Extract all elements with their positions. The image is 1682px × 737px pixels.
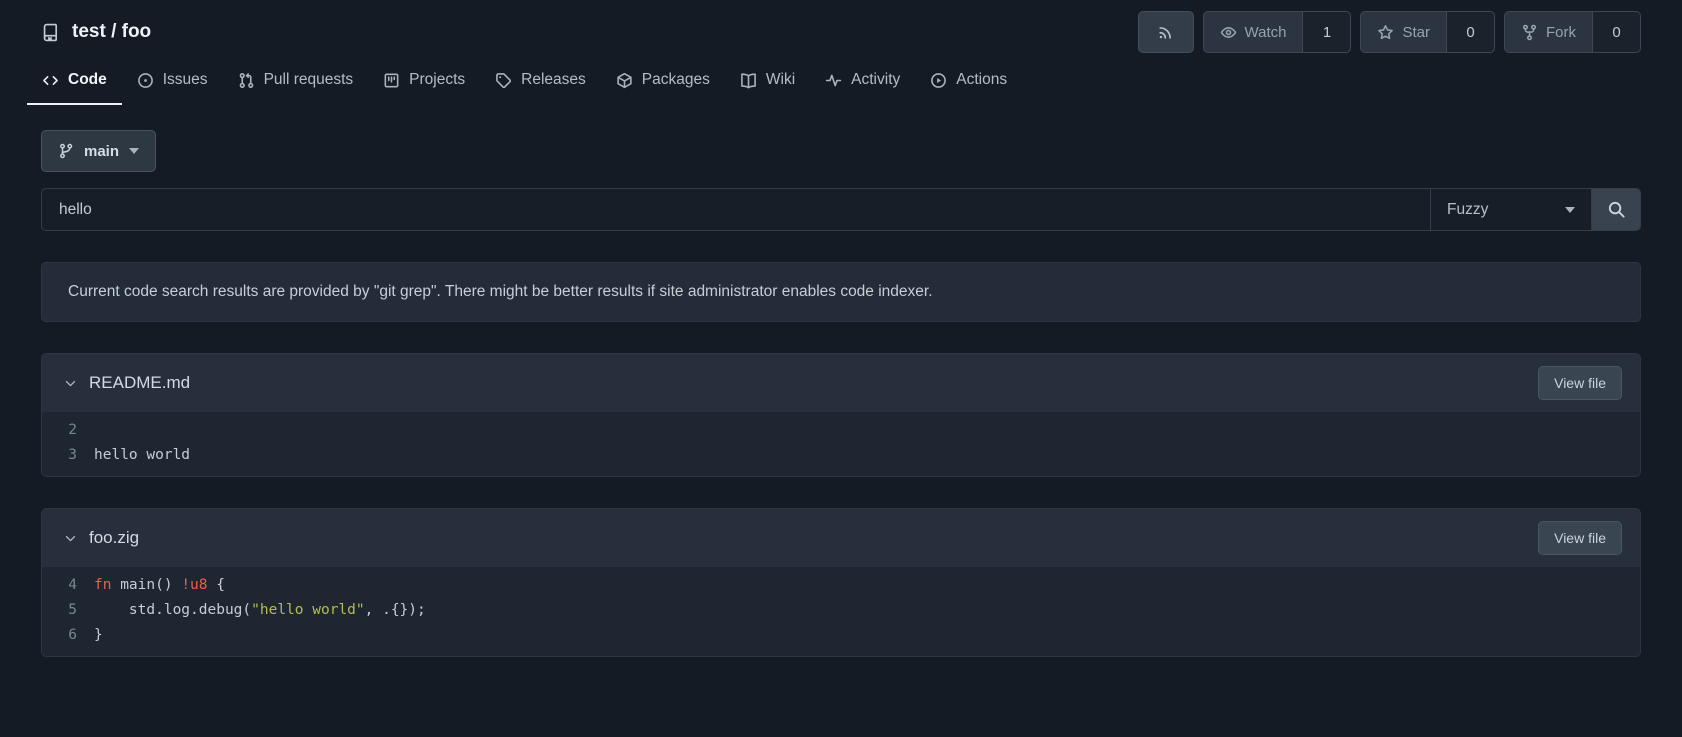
search-notice: Current code search results are provided… — [41, 262, 1641, 322]
line-number[interactable]: 6 — [42, 623, 94, 648]
tab-label: Code — [68, 71, 107, 88]
play-circle-icon — [930, 72, 947, 89]
star-count[interactable]: 0 — [1446, 12, 1494, 52]
rss-icon — [1157, 24, 1174, 41]
chevron-down-icon[interactable] — [63, 376, 78, 391]
code-line: 6} — [42, 623, 1640, 648]
tab-label: Releases — [521, 71, 586, 88]
branch-selector[interactable]: main — [41, 130, 157, 172]
tag-icon — [495, 72, 512, 89]
line-text: hello world — [94, 447, 191, 463]
star-icon — [1377, 24, 1394, 41]
tab-code[interactable]: Code — [27, 58, 122, 105]
tab-releases[interactable]: Releases — [480, 58, 601, 105]
tab-pull-requests[interactable]: Pull requests — [223, 58, 369, 105]
line-number[interactable]: 5 — [42, 598, 94, 623]
book-icon — [740, 72, 757, 89]
code-snippet: 2 3 hello world — [42, 412, 1640, 476]
star-label[interactable]: Star — [1361, 12, 1446, 52]
search-input[interactable] — [42, 189, 1430, 230]
repo-code-search-page: test / foo Watch 1 Star 0 Fork 0 Code Is… — [0, 0, 1682, 737]
code-search-bar: Fuzzy — [41, 188, 1641, 231]
watch-button: Watch 1 — [1202, 11, 1352, 53]
fork-count[interactable]: 0 — [1592, 12, 1640, 52]
code-line: 3 hello world — [42, 443, 1640, 468]
tab-label: Issues — [162, 71, 208, 88]
code-icon — [42, 72, 59, 89]
result-card: README.md View file 2 3 hello world — [41, 353, 1641, 477]
tab-label: Projects — [409, 71, 466, 88]
git-branch-icon — [58, 143, 74, 159]
code-line: 2 — [42, 418, 1640, 443]
tab-issues[interactable]: Issues — [122, 58, 223, 105]
tab-label: Pull requests — [263, 71, 354, 88]
code-line: 5 std.log.debug("hello world", .{}); — [42, 598, 1640, 623]
line-text: std.log.debug("hello world", .{}); — [94, 602, 426, 618]
tab-label: Activity — [851, 71, 901, 88]
star-button: Star 0 — [1360, 11, 1495, 53]
result-filename[interactable]: foo.zig — [89, 528, 1538, 548]
issue-icon — [137, 72, 154, 89]
tab-actions[interactable]: Actions — [915, 58, 1022, 105]
repo-header: test / foo Watch 1 Star 0 Fork 0 — [0, 0, 1682, 53]
repo-icon — [41, 23, 60, 42]
pulse-icon — [825, 72, 842, 89]
chevron-down-icon[interactable] — [63, 531, 78, 546]
repo-tabs: Code Issues Pull requests Projects Releases P… — [0, 58, 1682, 105]
page-content: main Fuzzy Current code search results a… — [0, 106, 1682, 657]
repo-title-text: test / foo — [72, 21, 152, 42]
result-card: foo.zig View file 4 fn main() !u8 {5 std.lo… — [41, 508, 1641, 657]
result-header: foo.zig View file — [42, 509, 1640, 567]
package-icon — [616, 72, 633, 89]
tab-packages[interactable]: Packages — [601, 58, 725, 105]
watch-count[interactable]: 1 — [1302, 12, 1351, 52]
caret-down-icon — [1565, 206, 1575, 213]
repo-actions: Watch 1 Star 0 Fork 0 — [1137, 11, 1641, 53]
search-mode-select[interactable]: Fuzzy — [1430, 189, 1591, 230]
code-snippet: 4 fn main() !u8 {5 std.log.debug("hello w… — [42, 567, 1640, 656]
tab-wiki[interactable]: Wiki — [725, 58, 810, 105]
branch-name: main — [84, 142, 120, 160]
pull-request-icon — [238, 72, 255, 89]
code-line: 4 fn main() !u8 { — [42, 573, 1640, 598]
line-number[interactable]: 2 — [42, 418, 94, 443]
eye-icon — [1220, 24, 1237, 41]
fork-icon — [1521, 24, 1538, 41]
search-icon — [1607, 200, 1626, 219]
tab-label: Packages — [641, 71, 710, 88]
line-text: } — [94, 627, 103, 643]
tab-projects[interactable]: Projects — [368, 58, 480, 105]
view-file-button[interactable]: View file — [1538, 521, 1622, 555]
search-button[interactable] — [1591, 189, 1640, 230]
line-text: fn main() !u8 { — [94, 577, 225, 593]
result-filename[interactable]: README.md — [89, 373, 1538, 393]
result-header: README.md View file — [42, 354, 1640, 412]
fork-label[interactable]: Fork — [1505, 12, 1592, 52]
tab-label: Wiki — [765, 71, 796, 88]
social-buttons: Watch 1 Star 0 Fork 0 — [1202, 11, 1641, 53]
line-number[interactable]: 4 — [42, 573, 94, 598]
search-results: README.md View file 2 3 hello world foo.zig Vi… — [41, 353, 1641, 657]
fork-button: Fork 0 — [1504, 11, 1641, 53]
tab-label: Actions — [956, 71, 1008, 88]
rss-button[interactable] — [1137, 11, 1194, 53]
watch-label[interactable]: Watch — [1204, 12, 1303, 52]
line-number[interactable]: 3 — [42, 443, 94, 468]
project-icon — [383, 72, 400, 89]
repo-title-link[interactable]: test / foo — [41, 21, 151, 43]
caret-down-icon — [129, 148, 140, 154]
search-mode-value: Fuzzy — [1447, 200, 1489, 218]
tab-activity[interactable]: Activity — [810, 58, 915, 105]
view-file-button[interactable]: View file — [1538, 366, 1622, 400]
repo-tab-bar: Code Issues Pull requests Projects Releases P… — [0, 58, 1682, 106]
